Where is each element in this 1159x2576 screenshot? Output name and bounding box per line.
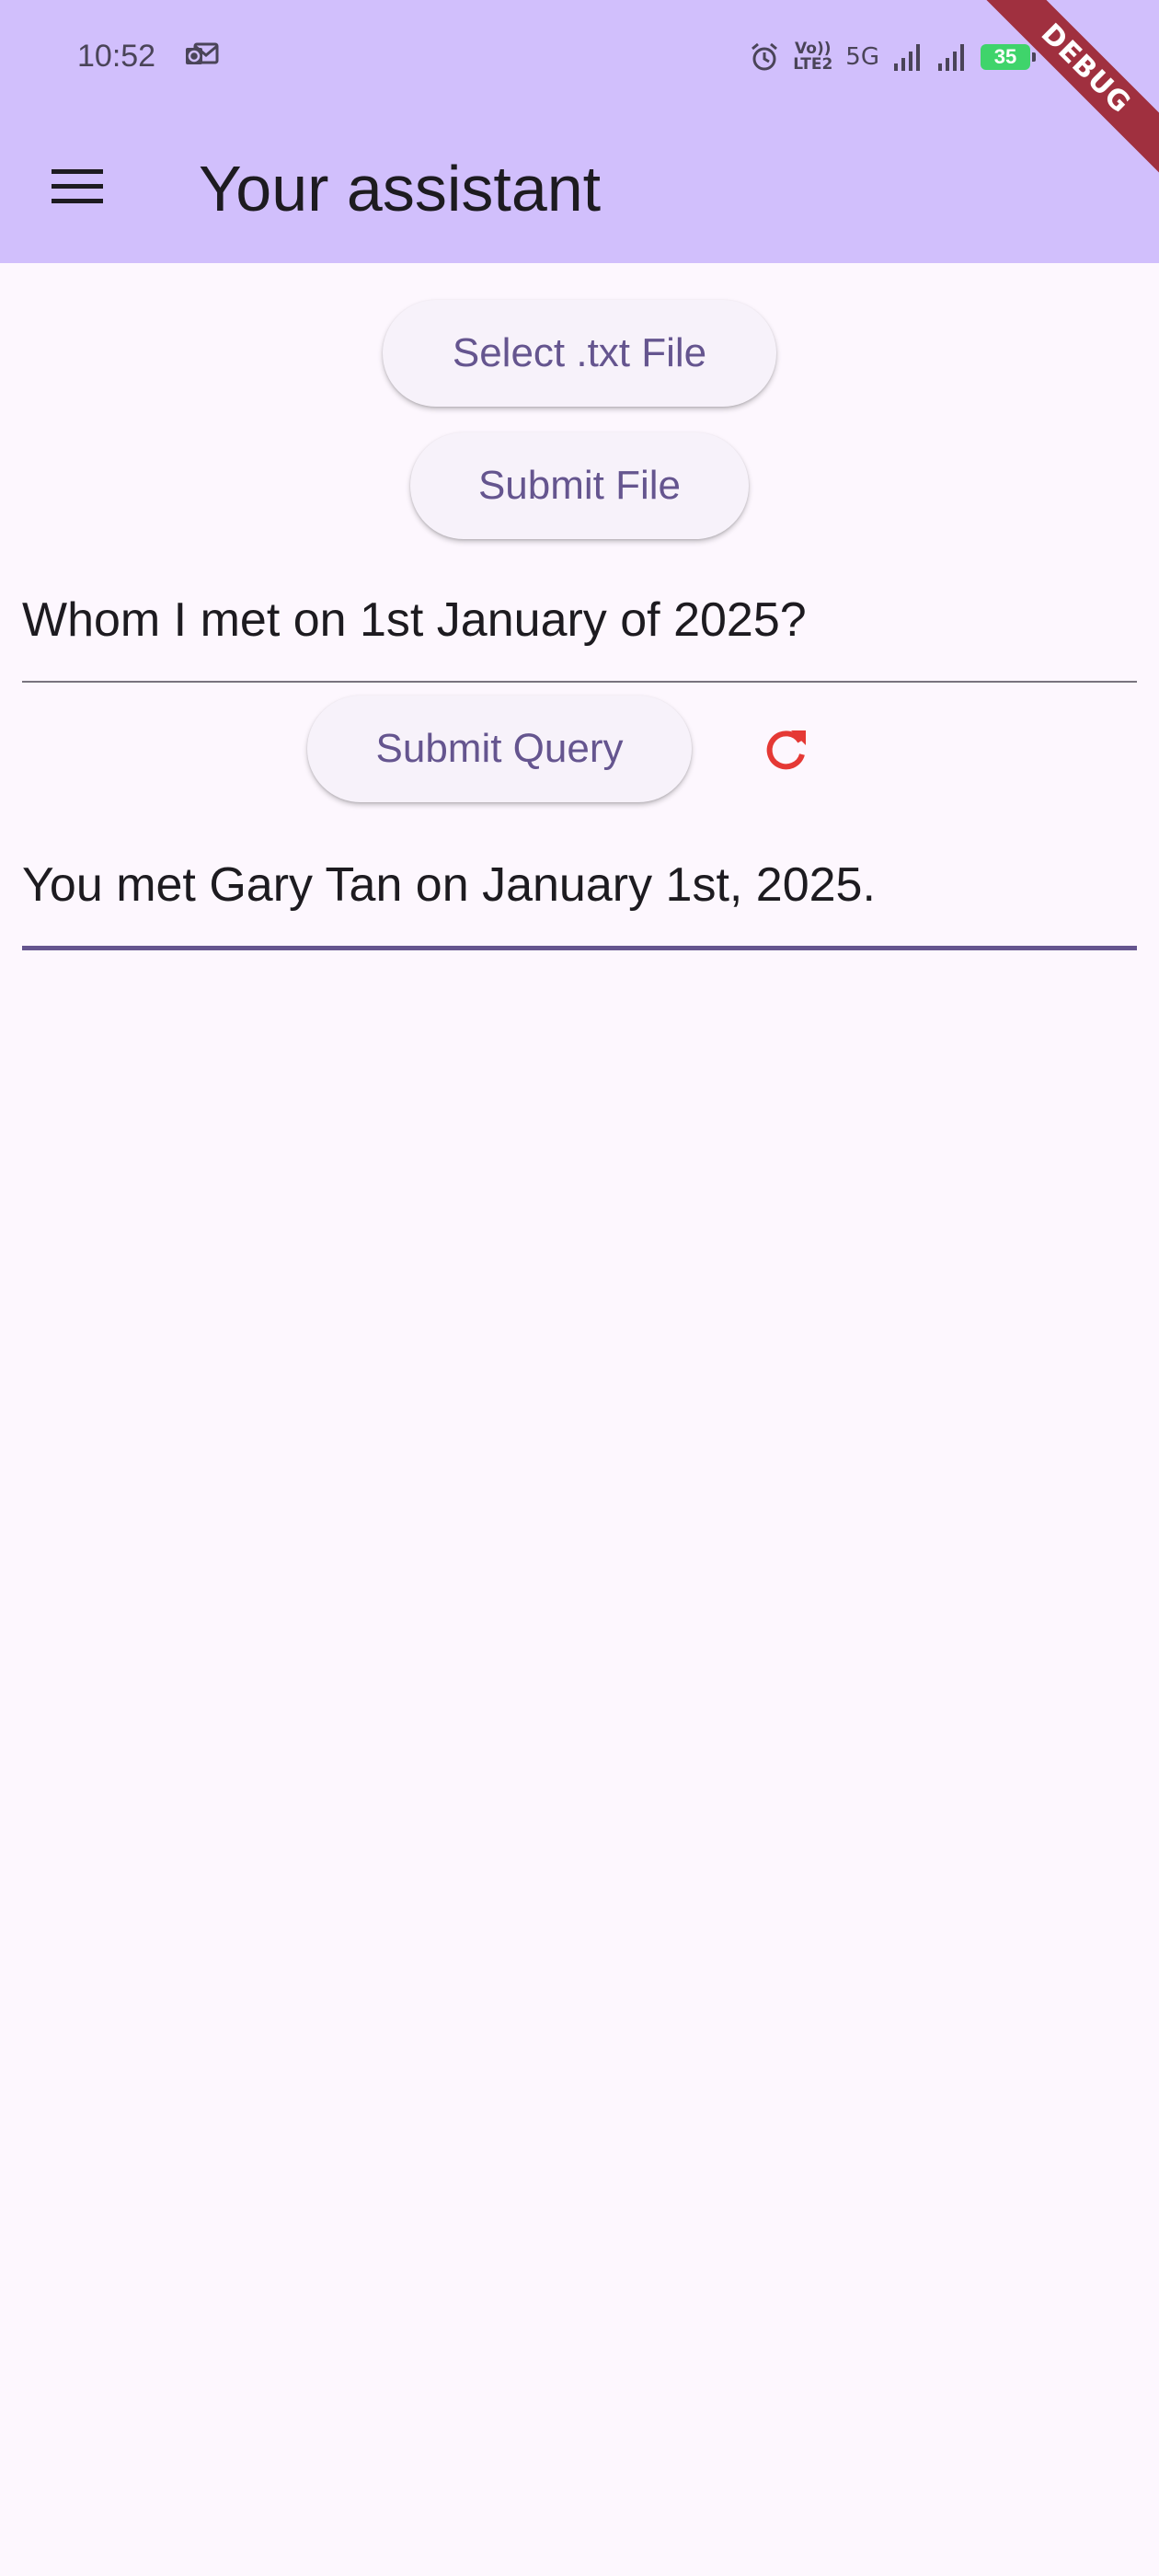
signal-strength-icon	[936, 41, 968, 73]
answer-output-field[interactable]: You met Gary Tan on January 1st, 2025.	[22, 834, 1137, 950]
top-bar: 10:52 Vo)) LTE2 5G 35 Your assistant	[0, 0, 1159, 263]
refresh-button[interactable]	[741, 707, 830, 795]
status-bar: 10:52 Vo)) LTE2 5G 35	[0, 0, 1159, 110]
page-title: Your assistant	[199, 153, 602, 224]
status-time: 10:52	[77, 39, 156, 74]
submit-file-button[interactable]: Submit File	[410, 432, 749, 539]
volte-label-bottom: LTE2	[793, 55, 833, 74]
hamburger-menu-icon	[52, 167, 103, 209]
submit-query-button[interactable]: Submit Query	[307, 696, 692, 802]
query-input[interactable]: Whom I met on 1st January of 2025?	[22, 570, 1137, 683]
select-file-button[interactable]: Select .txt File	[383, 300, 776, 407]
answer-text: You met Gary Tan on January 1st, 2025.	[22, 858, 876, 912]
battery-icon: 35	[981, 44, 1036, 70]
network-type-label: 5G	[845, 43, 879, 71]
query-input-value: Whom I met on 1st January of 2025?	[22, 593, 807, 647]
volte-icon: Vo)) LTE2	[793, 41, 832, 73]
app-bar: Your assistant	[0, 110, 1159, 263]
outlook-mail-icon	[186, 40, 219, 68]
menu-button[interactable]	[33, 147, 121, 228]
refresh-icon	[760, 723, 811, 779]
status-icons: Vo)) LTE2 5G 35	[749, 37, 1036, 77]
signal-strength-icon	[892, 41, 924, 73]
alarm-icon	[749, 41, 780, 73]
